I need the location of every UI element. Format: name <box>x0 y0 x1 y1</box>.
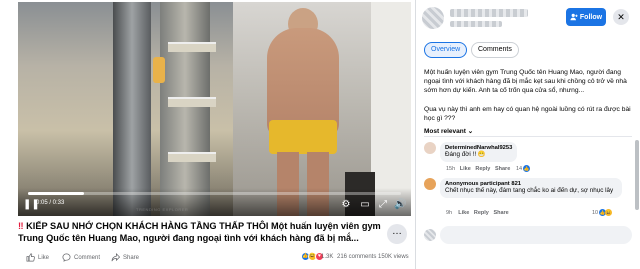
video-time: 0:05 / 0:33 <box>36 200 65 206</box>
post-actions: Like Comment Share 👍 😆 ♥ 1.3K 216 commen… <box>18 251 413 265</box>
post-title-text: KIẾP SAU NHỚ CHỌN KHÁCH HÀNG TẦNG THẤP T… <box>18 221 381 243</box>
comment-bubble: Anonymous participant 821 Chết nhục thế … <box>440 178 622 198</box>
comment-like-link[interactable]: Like <box>458 210 469 216</box>
post-description: Một huấn luyện viên gym Trung Quốc tên H… <box>424 69 627 94</box>
comment-sort-label: Most relevant <box>424 128 466 135</box>
like-label: Like <box>38 254 50 261</box>
post-question: Qua vụ này thì anh em hay có quan hệ ngo… <box>424 106 631 122</box>
comment-text: Chết nhục thế này, đám tang chắc ko ai đ… <box>445 187 614 194</box>
panel-scrollbar[interactable] <box>635 140 639 210</box>
comment-bubble: DeterminedNarwhal9253 Đáng đời !! 😁 <box>440 142 518 162</box>
comment-sort-dropdown[interactable]: Most relevant ⌄ <box>424 127 473 135</box>
panel-header: Follow ✕ <box>416 0 640 34</box>
comment-share-link[interactable]: Share <box>495 166 510 172</box>
settings-icon[interactable]: ⚙ <box>340 199 352 211</box>
post-title: ‼ KIẾP SAU NHỚ CHỌN KHÁCH HÀNG TẦNG THẤP… <box>18 220 383 244</box>
pause-icon[interactable]: ❚❚ <box>23 199 40 211</box>
comment-reply-link[interactable]: Reply <box>475 166 490 172</box>
haha-reaction-icon: 😆 <box>605 209 613 216</box>
comment-count[interactable]: 216 comments <box>337 254 376 260</box>
grinning-emoji-icon: 😁 <box>477 151 486 158</box>
divider <box>424 136 632 137</box>
view-count: 150K views <box>378 254 409 260</box>
follow-label: Follow <box>579 13 603 21</box>
comment-meta: 9h Like Reply Share <box>446 210 509 216</box>
tab-overview[interactable]: Overview <box>424 42 468 58</box>
comment-label: Comment <box>74 254 101 261</box>
comment-like-count[interactable]: 10 👍 😆 <box>592 209 613 216</box>
follow-icon <box>570 13 578 21</box>
comment-like-count[interactable]: 14 👍 <box>516 165 531 172</box>
climbing-figure <box>153 57 165 83</box>
share-label: Share <box>123 254 140 261</box>
viewer-avatar <box>424 229 436 241</box>
video-frame-right <box>233 2 411 216</box>
volume-icon[interactable]: 🔊 <box>394 199 406 211</box>
follow-button[interactable]: Follow <box>566 8 606 26</box>
close-icon[interactable]: ✕ <box>613 9 629 25</box>
anonymous-avatar[interactable] <box>424 178 436 190</box>
chevron-down-icon: ⌄ <box>467 128 474 135</box>
comment-reply-link[interactable]: Reply <box>474 210 489 216</box>
video-column: TRENDING EXPLORER ❚❚ 0:05 / 0:33 ⚙ ▭ ⤢ 🔊… <box>0 0 415 269</box>
comment-input-redacted[interactable] <box>440 226 632 244</box>
page-name-redacted[interactable] <box>450 9 528 17</box>
share-icon <box>111 253 120 262</box>
tab-comments[interactable]: Comments <box>471 42 519 58</box>
comment-share-link[interactable]: Share <box>493 210 508 216</box>
comment-time: 15h <box>446 166 456 172</box>
comment-time: 9h <box>446 210 453 216</box>
comment-item: DeterminedNarwhal9253 Đáng đời !! 😁 15h … <box>424 142 634 176</box>
video-controls: ❚❚ 0:05 / 0:33 ⚙ ▭ ⤢ 🔊 <box>18 188 411 216</box>
commenter-avatar[interactable] <box>424 142 436 154</box>
post-meta-redacted <box>450 21 502 27</box>
comment-meta: 15h Like Reply Share <box>446 166 510 172</box>
fullscreen-icon[interactable]: ⤢ <box>377 199 389 211</box>
more-options-button[interactable]: … <box>387 224 407 244</box>
reaction-count[interactable]: 1.3K <box>321 254 333 260</box>
comment-text: Đáng đời !! 😁 <box>445 151 486 158</box>
comment-composer <box>424 224 634 246</box>
progress-bar[interactable] <box>28 192 401 195</box>
comment-button[interactable]: Comment <box>62 253 100 262</box>
facebook-watch-page: TRENDING EXPLORER ❚❚ 0:05 / 0:33 ⚙ ▭ ⤢ 🔊… <box>0 0 640 269</box>
like-button[interactable]: Like <box>26 253 49 262</box>
thumbs-up-icon <box>26 253 35 262</box>
video-frame-left <box>18 2 233 216</box>
page-avatar[interactable] <box>422 7 444 29</box>
details-panel: Follow ✕ Overview Comments Một huấn luyệ… <box>415 0 640 269</box>
progress-fill <box>28 192 84 195</box>
video-player[interactable]: TRENDING EXPLORER ❚❚ 0:05 / 0:33 ⚙ ▭ ⤢ 🔊 <box>18 2 411 216</box>
comment-item: Anonymous participant 821 Chết nhục thế … <box>424 178 634 220</box>
thumbs-up-icon: 👍 <box>523 165 531 172</box>
comment-icon <box>62 253 71 262</box>
panel-tabs: Overview Comments <box>424 42 634 58</box>
share-button[interactable]: Share <box>111 253 139 262</box>
pip-icon[interactable]: ▭ <box>359 199 371 211</box>
double-exclamation-icon: ‼ <box>18 221 24 231</box>
comment-like-link[interactable]: Like <box>460 166 471 172</box>
